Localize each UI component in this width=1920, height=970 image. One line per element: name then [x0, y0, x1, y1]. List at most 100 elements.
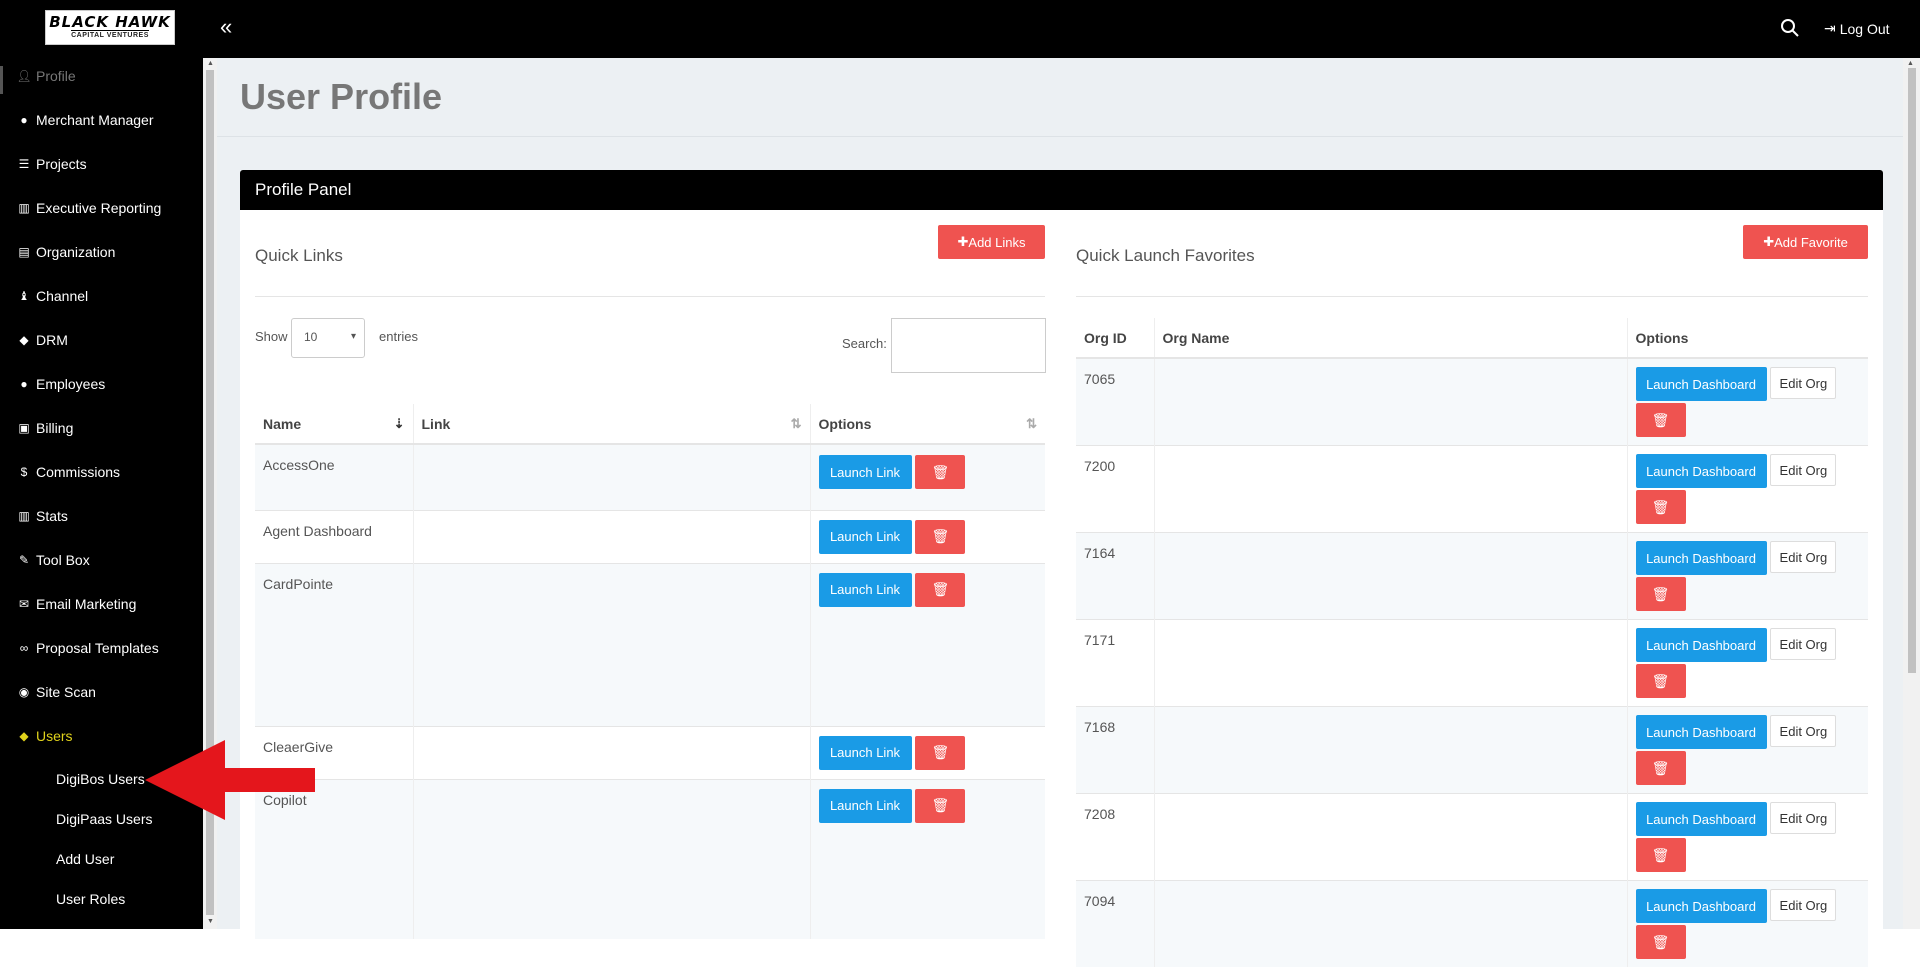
logo-subtext: CAPITAL VENTURES: [71, 30, 149, 39]
launch-link-button[interactable]: Launch Link: [818, 735, 912, 770]
delete-button[interactable]: 🗑︎: [915, 572, 966, 607]
sidebar-item-profile[interactable]: 👤︎ Profile: [16, 66, 75, 86]
sidebar-item-stats[interactable]: ▥ Stats: [18, 506, 68, 526]
sidebar-sub-digibos-users[interactable]: DigiBos Users: [56, 771, 145, 787]
column-header-options[interactable]: Options ⇅: [810, 404, 1045, 445]
quick-links-table: Name ⇣ Link ⇅ Options ⇅ AccessOne Launch Li…: [255, 404, 1045, 939]
column-header-org-name[interactable]: Org Name: [1154, 318, 1628, 359]
sidebar-item-billing[interactable]: ▣ Billing: [18, 418, 73, 438]
launch-dashboard-button[interactable]: Launch Dashboard: [1635, 889, 1767, 923]
table-row: 7208 Launch Dashboard Edit Org 🗑︎: [1076, 793, 1868, 881]
sidebar-item-executive-reporting[interactable]: ▥ Executive Reporting: [18, 198, 161, 218]
edit-org-button[interactable]: Edit Org: [1770, 802, 1837, 834]
sidebar-sub-user-roles[interactable]: User Roles: [56, 891, 125, 907]
bar-chart-icon: ▥: [18, 201, 30, 215]
trash-icon: 🗑︎: [1651, 585, 1670, 602]
launch-link-button[interactable]: Launch Link: [818, 519, 912, 554]
add-links-button[interactable]: ✚ Add Links: [938, 225, 1045, 259]
trash-icon: 🗑︎: [931, 581, 950, 597]
money-icon: ▣: [18, 421, 30, 435]
add-favorite-button[interactable]: ✚ Add Favorite: [1743, 225, 1868, 259]
sidebar-item-proposal-templates[interactable]: ∞ Proposal Templates: [18, 638, 159, 658]
table-row: AccessOne Launch Link 🗑︎: [255, 443, 1045, 510]
edit-org-button[interactable]: Edit Org: [1770, 367, 1837, 399]
column-header-options[interactable]: Options: [1627, 318, 1868, 359]
column-header-link[interactable]: Link ⇅: [413, 404, 811, 445]
column-header-org-id[interactable]: Org ID: [1076, 318, 1155, 359]
sidebar-item-merchant-manager[interactable]: ● Merchant Manager: [18, 110, 153, 130]
column-header-name[interactable]: Name ⇣: [255, 404, 414, 445]
main-scrollbar[interactable]: ▲: [1903, 58, 1920, 929]
table-row: 7164 Launch Dashboard Edit Org 🗑︎: [1076, 532, 1868, 620]
sidebar-item-drm[interactable]: ◆ DRM: [18, 330, 68, 350]
launch-link-button[interactable]: Launch Link: [818, 788, 912, 823]
org-id: 7171: [1076, 619, 1155, 707]
delete-button[interactable]: 🗑︎: [915, 455, 966, 489]
delete-button[interactable]: 🗑︎: [1635, 490, 1686, 524]
search-input[interactable]: [891, 318, 1046, 373]
launch-dashboard-button[interactable]: Launch Dashboard: [1635, 367, 1767, 401]
delete-button[interactable]: 🗑︎: [915, 519, 966, 554]
org-name: [1154, 706, 1628, 794]
sidebar-item-email-marketing[interactable]: ✉ Email Marketing: [18, 594, 136, 614]
sidebar-sub-digipaas-users[interactable]: DigiPaas Users: [56, 811, 152, 827]
delete-button[interactable]: 🗑︎: [1635, 664, 1686, 698]
collapse-sidebar-icon[interactable]: «: [220, 16, 232, 38]
sidebar-item-employees[interactable]: ● Employees: [18, 374, 105, 394]
logout-icon: ⇥: [1824, 20, 1836, 36]
sidebar-sub-add-user[interactable]: Add User: [56, 851, 114, 867]
plus-icon: ✚: [957, 234, 969, 249]
sidebar-item-organization[interactable]: ▤ Organization: [18, 242, 115, 262]
delete-button[interactable]: 🗑︎: [915, 788, 966, 823]
sidebar-item-commissions[interactable]: $ Commissions: [18, 462, 120, 482]
users-icon: ◆: [19, 729, 29, 743]
entries-select[interactable]: 10 ▾: [291, 318, 365, 358]
scroll-up-icon[interactable]: ▲: [207, 60, 214, 67]
delete-button[interactable]: 🗑︎: [1635, 925, 1686, 959]
sidebar-item-channel[interactable]: ♝ Channel: [18, 286, 89, 306]
user-icon: ●: [20, 377, 28, 391]
trash-icon: 🗑︎: [1651, 498, 1670, 515]
delete-button[interactable]: 🗑︎: [1635, 403, 1686, 437]
edit-org-button[interactable]: Edit Org: [1770, 628, 1837, 660]
sidebar-item-users[interactable]: ◆ Users: [18, 726, 72, 746]
edit-org-button[interactable]: Edit Org: [1770, 454, 1837, 486]
sidebar-item-tool-box[interactable]: ✎ Tool Box: [18, 550, 90, 570]
sort-asc-icon: ⇣: [393, 416, 405, 431]
user-icon: 👤︎: [16, 69, 32, 83]
envelope-icon: ✉: [18, 597, 30, 611]
launch-dashboard-button[interactable]: Launch Dashboard: [1635, 541, 1767, 575]
launch-dashboard-button[interactable]: Launch Dashboard: [1635, 454, 1767, 488]
launch-link-button[interactable]: Launch Link: [818, 572, 912, 607]
launch-dashboard-button[interactable]: Launch Dashboard: [1635, 628, 1767, 662]
launch-dashboard-button[interactable]: Launch Dashboard: [1635, 715, 1767, 749]
sidebar-item-site-scan[interactable]: ◉ Site Scan: [18, 682, 96, 702]
org-id: 7200: [1076, 445, 1155, 533]
delete-button[interactable]: 🗑︎: [1635, 751, 1686, 785]
edit-org-button[interactable]: Edit Org: [1770, 889, 1837, 921]
delete-button[interactable]: 🗑︎: [1635, 838, 1686, 872]
main-scroll-thumb[interactable]: [1908, 68, 1916, 673]
delete-button[interactable]: 🗑︎: [1635, 577, 1686, 611]
edit-org-button[interactable]: Edit Org: [1770, 541, 1837, 573]
tasks-icon: ☰: [18, 157, 30, 171]
show-label: Show: [255, 329, 288, 344]
link-name: AccessOne: [255, 443, 414, 510]
link-url: [413, 509, 811, 563]
scroll-down-icon[interactable]: ▼: [207, 918, 214, 925]
launch-link-button[interactable]: Launch Link: [818, 455, 912, 489]
logout-button[interactable]: ⇥ Log Out: [1824, 20, 1890, 37]
favorites-table: Org ID Org Name Options 7065 Launch Dash…: [1076, 318, 1868, 967]
sidebar-item-projects[interactable]: ☰ Projects: [18, 154, 87, 174]
table-row: Agent Dashboard Launch Link 🗑︎: [255, 509, 1045, 563]
table-row: Copilot Launch Link 🗑︎: [255, 778, 1045, 939]
page-title: User Profile: [240, 76, 443, 117]
launch-dashboard-button[interactable]: Launch Dashboard: [1635, 802, 1767, 836]
org-name: [1154, 793, 1628, 881]
search-icon[interactable]: [1779, 17, 1801, 39]
delete-button[interactable]: 🗑︎: [915, 735, 966, 770]
company-logo[interactable]: BLACK HAWK CAPITAL VENTURES: [45, 10, 175, 45]
edit-org-button[interactable]: Edit Org: [1770, 715, 1837, 747]
table-row: 7168 Launch Dashboard Edit Org 🗑︎: [1076, 706, 1868, 794]
scroll-up-icon[interactable]: ▲: [1907, 60, 1914, 67]
